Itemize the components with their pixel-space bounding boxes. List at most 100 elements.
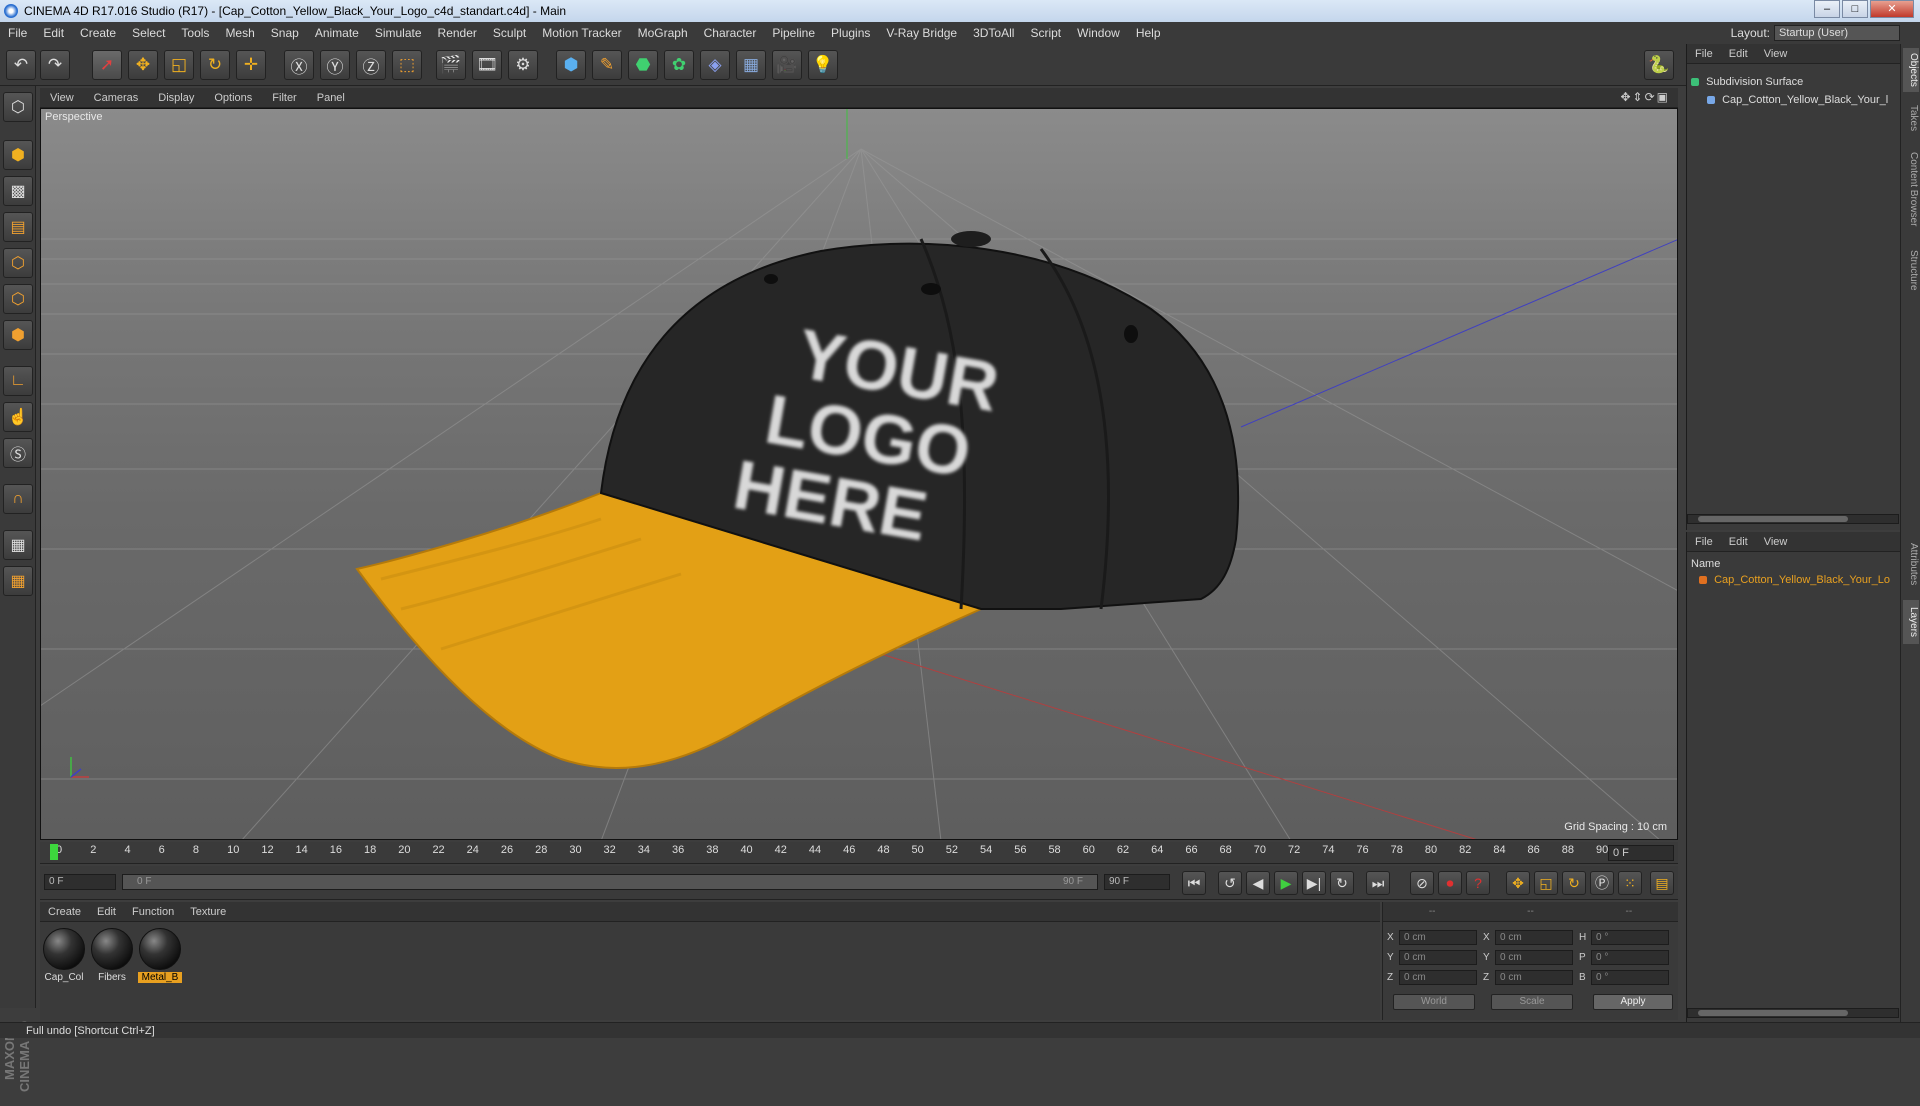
material-swatch[interactable]: Fibers	[90, 928, 134, 983]
key-parameter-icon[interactable]: Ⓟ	[1590, 871, 1614, 895]
workplane-axis-icon[interactable]: ▦	[3, 566, 33, 596]
polygons-mode-icon[interactable]: ⬢	[3, 320, 33, 350]
menu-file[interactable]: File	[0, 22, 35, 44]
timeline-ticks[interactable]: 0 2 4 6 8 10 12 14 16 18 20 22 24 26 28 30 32 34 36 38 40 42 4…	[50, 842, 1610, 864]
viewport-menu-filter[interactable]: Filter	[262, 92, 306, 104]
object-item-cap[interactable]: Cap_Cotton_Yellow_Black_Your_l	[1707, 94, 1907, 106]
python-icon[interactable]: 🐍	[1644, 50, 1674, 80]
viewport-menu-view[interactable]: View	[40, 92, 84, 104]
object-menu-view[interactable]: View	[1756, 48, 1796, 60]
menu-help[interactable]: Help	[1128, 22, 1169, 44]
menu-simulate[interactable]: Simulate	[367, 22, 430, 44]
go-to-end-icon[interactable]: ⏭	[1366, 871, 1390, 895]
end-frame-field[interactable]: 90 F	[1104, 874, 1170, 890]
object-menu-file[interactable]: File	[1687, 48, 1721, 60]
object-scrollbar[interactable]	[1687, 514, 1899, 524]
material-menu-create[interactable]: Create	[40, 906, 89, 918]
rotation-h-field[interactable]: 0 °	[1591, 930, 1669, 945]
start-frame-field[interactable]: 0 F	[44, 874, 116, 890]
material-menu-texture[interactable]: Texture	[182, 906, 234, 918]
texture-mode-icon[interactable]: ▩	[3, 176, 33, 206]
light-icon[interactable]: 💡	[808, 50, 838, 80]
workplane-lock-icon[interactable]: ▦	[3, 530, 33, 560]
axis-mode-icon[interactable]: ∟	[3, 366, 33, 396]
position-z-field[interactable]: 0 cm	[1399, 970, 1477, 985]
current-frame-field[interactable]: 0 F	[1608, 845, 1674, 861]
tab-structure[interactable]: Structure	[1903, 242, 1919, 298]
key-pla-icon[interactable]: ⁙	[1618, 871, 1642, 895]
snapping-icon[interactable]: Ⓢ	[3, 438, 33, 468]
viewport-menu-display[interactable]: Display	[148, 92, 204, 104]
undo-icon[interactable]: ↶	[6, 50, 36, 80]
menu-3dtoall[interactable]: 3DToAll	[965, 22, 1022, 44]
menu-edit[interactable]: Edit	[35, 22, 72, 44]
layout-dropdown[interactable]: Startup (User)	[1774, 25, 1900, 41]
deformer-icon[interactable]: ◈	[700, 50, 730, 80]
menu-snap[interactable]: Snap	[263, 22, 307, 44]
autokey-icon[interactable]: ?	[1466, 871, 1490, 895]
material-swatch[interactable]: Cap_Col	[42, 928, 86, 983]
preview-range-slider[interactable]: 0 F 90 F	[122, 874, 1098, 890]
menu-vray-bridge[interactable]: V-Ray Bridge	[878, 22, 965, 44]
layer-menu-edit[interactable]: Edit	[1721, 536, 1756, 548]
coordinate-space-dropdown[interactable]: World	[1393, 994, 1475, 1010]
rotation-b-field[interactable]: 0 °	[1591, 970, 1669, 985]
previous-frame-icon[interactable]: ◀	[1246, 871, 1270, 895]
object-menu-edit[interactable]: Edit	[1721, 48, 1756, 60]
layer-item[interactable]: Cap_Cotton_Yellow_Black_Your_Lo	[1699, 574, 1899, 586]
previous-key-icon[interactable]: ↺	[1218, 871, 1242, 895]
menu-mograph[interactable]: MoGraph	[630, 22, 696, 44]
render-picture-viewer-icon[interactable]: 🎞	[472, 50, 502, 80]
menu-create[interactable]: Create	[72, 22, 124, 44]
timeline-ruler[interactable]: 0 2 4 6 8 10 12 14 16 18 20 22 24 26 28 30 32 34 36 38 40 42 4…	[40, 842, 1678, 864]
rotate-icon[interactable]: ↻	[200, 50, 230, 80]
tab-objects[interactable]: Objects	[1903, 48, 1919, 92]
workplane-icon[interactable]: ▤	[3, 212, 33, 242]
move-icon[interactable]: ✥	[128, 50, 158, 80]
magnet-icon[interactable]: ∩	[3, 484, 33, 514]
pen-spline-icon[interactable]: ✎	[592, 50, 622, 80]
material-swatch-selected[interactable]: Metal_B	[138, 928, 182, 983]
menu-window[interactable]: Window	[1069, 22, 1128, 44]
viewport-menu-cameras[interactable]: Cameras	[84, 92, 149, 104]
edges-mode-icon[interactable]: ⬡	[3, 284, 33, 314]
motion-record-icon[interactable]: ⊘	[1410, 871, 1434, 895]
layer-menu-file[interactable]: File	[1687, 536, 1721, 548]
menu-render[interactable]: Render	[430, 22, 485, 44]
cube-icon[interactable]: ⬢	[556, 50, 586, 80]
perspective-viewport[interactable]: YOUR LOGO HERE Perspective Grid Spacing …	[40, 108, 1678, 840]
next-frame-icon[interactable]: ▶|	[1302, 871, 1326, 895]
position-x-field[interactable]: 0 cm	[1399, 930, 1477, 945]
record-active-icon[interactable]: ⏺	[1438, 871, 1462, 895]
menu-sculpt[interactable]: Sculpt	[485, 22, 534, 44]
menu-select[interactable]: Select	[124, 22, 173, 44]
minimize-button[interactable]: –	[1814, 0, 1840, 18]
timeline-playhead[interactable]	[50, 844, 58, 860]
coordinate-system-icon[interactable]: ⬚	[392, 50, 422, 80]
camera-icon[interactable]: 🎥	[772, 50, 802, 80]
z-axis-lock-icon[interactable]: Ⓩ	[356, 50, 386, 80]
object-item-subdivision[interactable]: Subdivision Surface	[1691, 76, 1891, 88]
scale-icon[interactable]: ◱	[164, 50, 194, 80]
menu-pipeline[interactable]: Pipeline	[764, 22, 823, 44]
material-menu-function[interactable]: Function	[124, 906, 182, 918]
render-view-icon[interactable]: 🎬	[436, 50, 466, 80]
maximize-button[interactable]: □	[1842, 0, 1868, 18]
tab-content-browser[interactable]: Content Browser	[1903, 144, 1919, 234]
material-menu-edit[interactable]: Edit	[89, 906, 124, 918]
layer-scrollbar[interactable]	[1687, 1008, 1899, 1018]
menu-plugins[interactable]: Plugins	[823, 22, 878, 44]
model-mode-icon[interactable]: ⬢	[3, 140, 33, 170]
transform-icon[interactable]: ✛	[236, 50, 266, 80]
viewport-menu-panel[interactable]: Panel	[307, 92, 355, 104]
play-icon[interactable]: ▶	[1274, 871, 1298, 895]
go-to-start-icon[interactable]: ⏮	[1182, 871, 1206, 895]
menu-script[interactable]: Script	[1022, 22, 1069, 44]
menu-character[interactable]: Character	[696, 22, 765, 44]
x-axis-lock-icon[interactable]: Ⓧ	[284, 50, 314, 80]
tab-layers[interactable]: Layers	[1903, 600, 1919, 644]
select-arrow-icon[interactable]: ➚	[92, 50, 122, 80]
key-position-icon[interactable]: ✥	[1506, 871, 1530, 895]
key-scale-icon[interactable]: ◱	[1534, 871, 1558, 895]
menu-motion-tracker[interactable]: Motion Tracker	[534, 22, 629, 44]
